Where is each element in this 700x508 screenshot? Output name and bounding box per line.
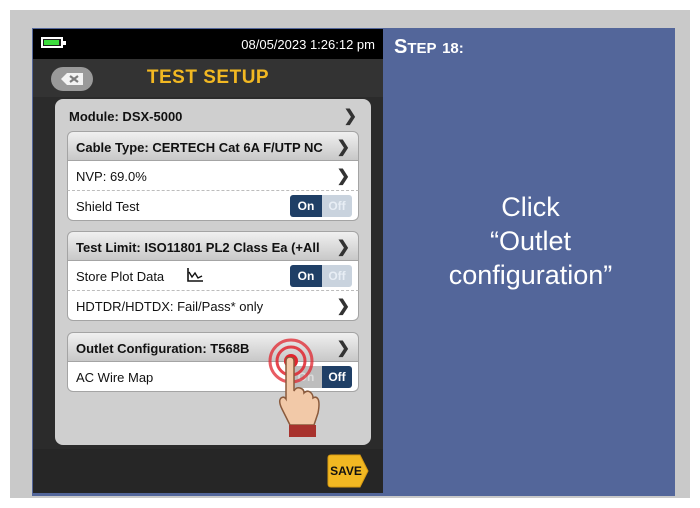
store-plot-toggle[interactable]: On Off: [290, 265, 352, 287]
step-title: STEP 18:: [394, 36, 464, 59]
ac-wire-map-label: AC Wire Map: [76, 370, 154, 385]
nvp-row[interactable]: NVP: 69.0% ❯: [67, 161, 359, 191]
toggle-off-label: Off: [322, 195, 352, 217]
toggle-off-label: Off: [322, 366, 352, 388]
chevron-right-icon: ❯: [336, 239, 350, 256]
instruction-line-1: Click: [501, 192, 560, 222]
nvp-label: NVP: 69.0%: [76, 169, 147, 184]
hdtdr-row[interactable]: HDTDR/HDTDX: Fail/Pass* only ❯: [67, 291, 359, 321]
chevron-right-icon: ❯: [336, 298, 350, 315]
hdtdr-label: HDTDR/HDTDX: Fail/Pass* only: [76, 299, 264, 314]
battery-icon: [41, 37, 66, 48]
module-row[interactable]: Module: DSX-5000 ❯: [61, 101, 365, 131]
settings-list: Module: DSX-5000 ❯ Cable Type: CERTECH C…: [55, 99, 371, 445]
chevron-right-icon: ❯: [336, 139, 350, 156]
chevron-right-icon: ❯: [336, 168, 350, 185]
step-number: 18:: [442, 40, 464, 57]
cable-type-row[interactable]: Cable Type: CERTECH Cat 6A F/UTP NC ❯: [67, 131, 359, 161]
test-limit-row[interactable]: Test Limit: ISO11801 PL2 Class Ea (+All …: [67, 231, 359, 261]
save-button[interactable]: SAVE: [326, 453, 370, 489]
step-prefix-small: TEP: [407, 40, 437, 57]
store-plot-row: Store Plot Data On Off: [67, 261, 359, 291]
shield-test-row: Shield Test On Off: [67, 191, 359, 221]
hand-pointer-icon: [278, 357, 320, 437]
toggle-on-label: On: [290, 195, 322, 217]
date-time: 08/05/2023 1:26:12 pm: [241, 37, 375, 52]
chevron-right-icon: ❯: [343, 108, 357, 125]
toggle-on-label: On: [290, 265, 322, 287]
outlet-configuration-label: Outlet Configuration: T568B: [76, 341, 250, 356]
step-prefix-big: S: [394, 36, 408, 58]
status-bar: 08/05/2023 1:26:12 pm: [33, 29, 383, 59]
instruction-line-2: “Outlet: [489, 226, 572, 256]
store-plot-label: Store Plot Data: [76, 269, 165, 284]
page-title: TEST SETUP: [146, 67, 270, 88]
instruction-text: Click “Outlet configuration”: [386, 190, 675, 292]
cable-type-label: Cable Type: CERTECH Cat 6A F/UTP NC: [76, 140, 323, 155]
bottom-bar: SAVE: [33, 449, 383, 493]
chevron-right-icon: ❯: [336, 340, 350, 357]
plot-icon: [187, 268, 203, 282]
module-label: Module: DSX-5000: [69, 109, 183, 124]
toggle-off-label: Off: [322, 265, 352, 287]
save-label: SAVE: [330, 464, 362, 478]
test-limit-label: Test Limit: ISO11801 PL2 Class Ea (+All: [76, 240, 320, 255]
tester-screen: 08/05/2023 1:26:12 pm TEST SETUP Module:…: [33, 29, 383, 493]
instruction-line-3: configuration”: [448, 260, 613, 290]
title-bar: TEST SETUP: [33, 59, 383, 97]
shield-test-label: Shield Test: [76, 199, 140, 214]
shield-test-toggle[interactable]: On Off: [290, 195, 352, 217]
